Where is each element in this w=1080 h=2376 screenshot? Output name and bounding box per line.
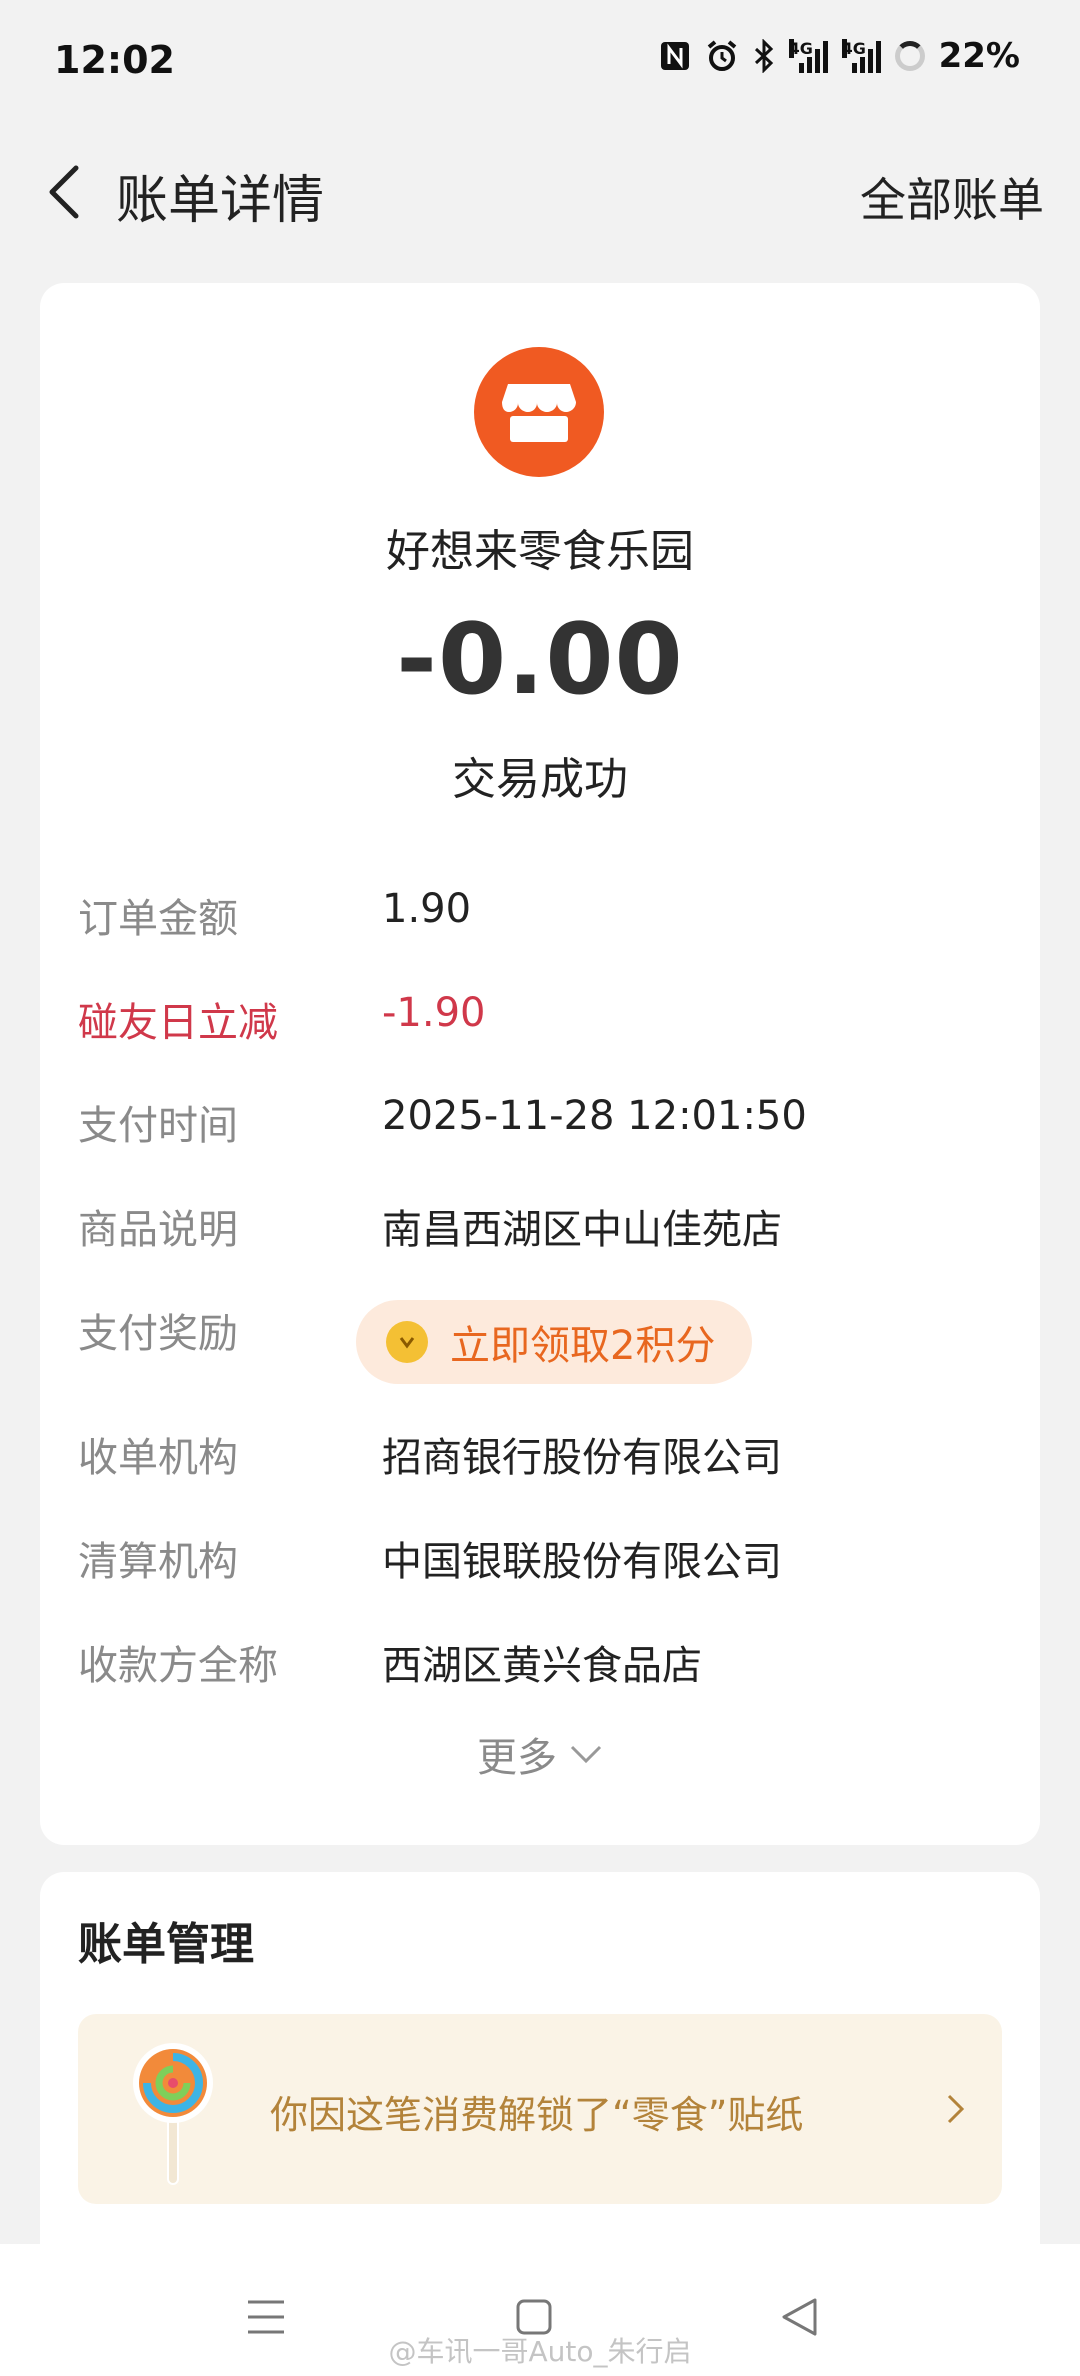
- merchant-name: 好想来零食乐园: [386, 526, 694, 577]
- detail-label: 支付奖励: [78, 1311, 238, 1357]
- detail-value: -1.90: [382, 990, 486, 1036]
- bill-detail-card: 好想来零食乐园 -0.00 交易成功 订单金额 1.90 碰友日立减 -1.90…: [40, 283, 1040, 1845]
- nfc-icon: [659, 40, 691, 72]
- status-time: 12:02: [54, 38, 175, 82]
- battery-ring-icon: [894, 41, 925, 71]
- chevron-down-icon: [570, 1745, 602, 1764]
- claim-points-button[interactable]: 立即领取2积分: [356, 1300, 752, 1384]
- detail-value: 招商银行股份有限公司: [382, 1435, 782, 1481]
- detail-label: 支付时间: [78, 1103, 238, 1149]
- detail-label: 收单机构: [78, 1435, 238, 1481]
- detail-label: 收款方全称: [78, 1643, 278, 1689]
- detail-row-acquirer: 收单机构 招商银行股份有限公司: [78, 1425, 998, 1485]
- lollipop-sticker-icon: [133, 2043, 213, 2185]
- more-label: 更多: [477, 1735, 557, 1781]
- system-nav-bar: @车讯一哥Auto_朱行启: [0, 2244, 1080, 2376]
- detail-row-pay-time: 支付时间 2025-11-28 12:01:50: [78, 1093, 998, 1153]
- detail-row-payee: 收款方全称 西湖区黄兴食品店: [78, 1633, 998, 1693]
- detail-value: 2025-11-28 12:01:50: [382, 1093, 807, 1139]
- bill-management-title: 账单管理: [78, 1919, 254, 1970]
- bill-management-card: 账单管理 你因这笔消费解锁了“零食”贴纸: [40, 1872, 1040, 2292]
- detail-row-product-desc: 商品说明 南昌西湖区中山佳苑店: [78, 1197, 998, 1257]
- detail-row-discount: 碰友日立减 -1.90: [78, 990, 998, 1050]
- back-button[interactable]: [34, 162, 94, 222]
- detail-label: 清算机构: [78, 1539, 238, 1585]
- status-icons: 4G 4G 22%: [659, 36, 1020, 76]
- page-title: 账单详情: [116, 171, 325, 231]
- detail-value: 中国银联股份有限公司: [382, 1539, 782, 1585]
- coin-icon: [386, 1321, 428, 1363]
- battery-percent: 22%: [938, 36, 1020, 76]
- alarm-icon: [705, 39, 739, 73]
- detail-row-clearing: 清算机构 中国银联股份有限公司: [78, 1529, 998, 1589]
- detail-label: 订单金额: [78, 896, 238, 942]
- bluetooth-icon: [753, 39, 775, 73]
- detail-row-order-amount: 订单金额 1.90: [78, 886, 998, 946]
- sticker-unlock-text: 你因这笔消费解锁了“零食”贴纸: [270, 2093, 804, 2137]
- detail-value: 南昌西湖区中山佳苑店: [382, 1207, 782, 1253]
- sticker-unlock-banner[interactable]: 你因这笔消费解锁了“零食”贴纸: [78, 2014, 1002, 2204]
- signal-icon: 4G: [841, 39, 881, 73]
- trade-status: 交易成功: [452, 754, 628, 805]
- header: 账单详情 全部账单: [0, 140, 1080, 240]
- signal-icon: 4G: [788, 39, 828, 73]
- all-bills-link[interactable]: 全部账单: [860, 164, 1044, 230]
- status-bar: 12:02 4G 4G 22%: [0, 0, 1080, 120]
- detail-value: 1.90: [382, 886, 472, 932]
- more-button[interactable]: 更多: [40, 1725, 1040, 1783]
- chevron-right-icon: [947, 2094, 965, 2124]
- chevron-left-icon: [49, 165, 79, 219]
- claim-points-label: 立即领取2积分: [450, 1323, 716, 1369]
- watermark-text: @车讯一哥Auto_朱行启: [388, 2335, 692, 2368]
- merchant-logo: [474, 347, 604, 477]
- detail-value: 西湖区黄兴食品店: [382, 1643, 702, 1689]
- detail-label: 商品说明: [78, 1207, 238, 1253]
- transaction-amount: -0.00: [396, 603, 684, 717]
- storefront-icon: [502, 384, 576, 442]
- detail-label: 碰友日立减: [78, 1000, 278, 1046]
